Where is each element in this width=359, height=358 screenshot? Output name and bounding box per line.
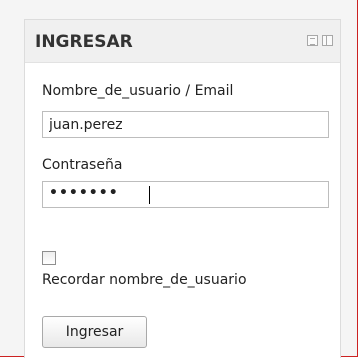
block-title: INGRESAR xyxy=(35,32,133,52)
remember-username-checkbox[interactable] xyxy=(42,251,56,265)
password-input[interactable]: ••••••• xyxy=(42,181,329,208)
login-block: INGRESAR Nombre_de_usuario / Email Contr… xyxy=(24,19,341,358)
login-button[interactable]: Ingresar xyxy=(42,316,147,348)
remember-username-label: Recordar nombre_de_usuario xyxy=(42,272,247,288)
password-label: Contraseña xyxy=(42,157,123,173)
page-frame: INGRESAR Nombre_de_usuario / Email Contr… xyxy=(0,0,358,358)
username-label: Nombre_de_usuario / Email xyxy=(42,83,234,99)
dock-block-icon[interactable] xyxy=(322,35,333,46)
block-header: INGRESAR xyxy=(25,20,340,63)
password-mask: ••••••• xyxy=(49,185,119,201)
hide-block-icon[interactable] xyxy=(307,35,318,46)
text-caret xyxy=(149,186,150,204)
username-input[interactable] xyxy=(42,111,329,138)
